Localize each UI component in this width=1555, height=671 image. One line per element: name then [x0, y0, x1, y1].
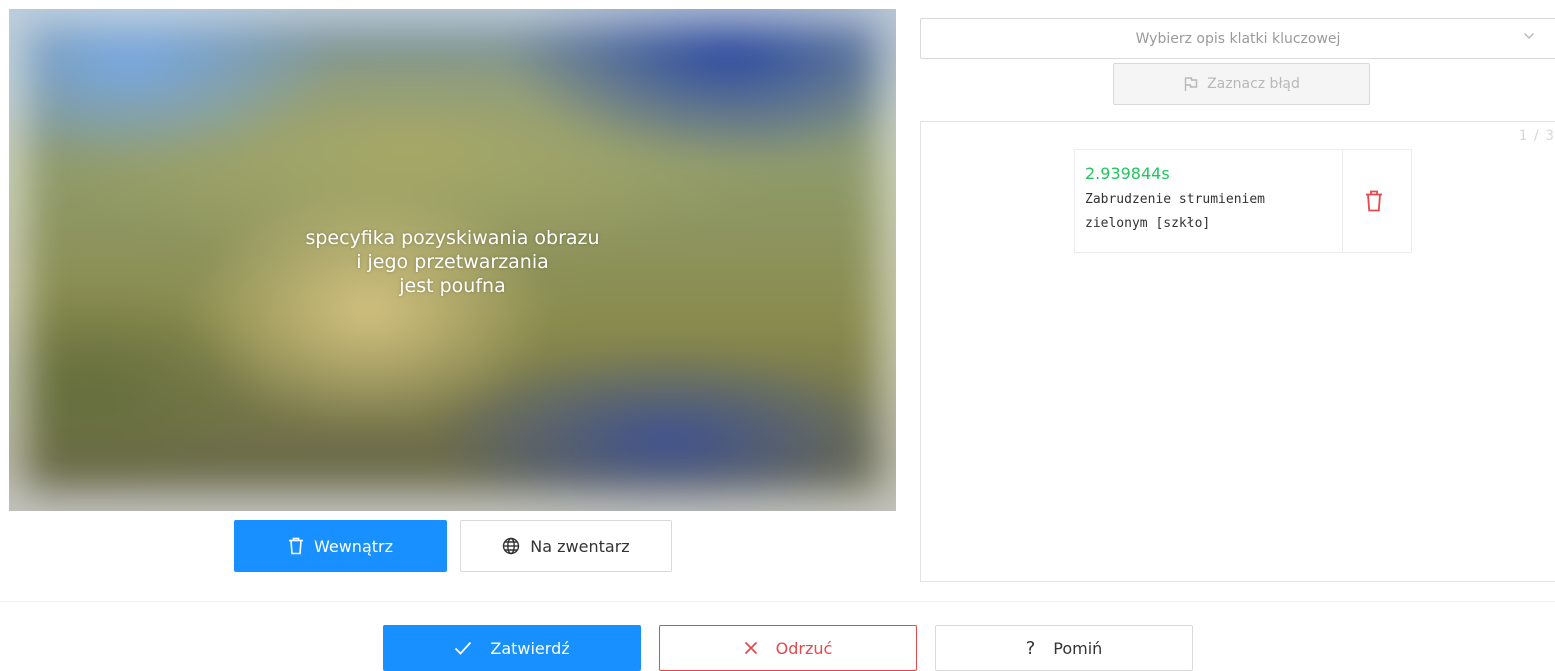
check-icon — [454, 641, 472, 655]
confidential-caption: specyfika pozyskiwania obrazu i jego prz… — [9, 226, 896, 298]
caption-line-3: jest poufna — [399, 275, 506, 297]
annotation-card[interactable]: 2.939844s Zabrudzenie strumieniem zielon… — [1074, 149, 1412, 253]
annotation-description: Zabrudzenie strumieniem zielonym [szkło] — [1085, 192, 1266, 231]
flag-error-label: Zaznacz błąd — [1207, 76, 1300, 92]
annotation-time: 2.939844s — [1085, 164, 1170, 183]
page-counter: 1 / 3 — [1518, 128, 1555, 144]
trash-icon — [1365, 190, 1383, 217]
skip-button-label: Pomiń — [1053, 638, 1103, 658]
question-icon: ? — [1025, 637, 1036, 659]
trash-icon — [288, 537, 304, 555]
annotation-list-panel: 1 / 3 2.939844s Zabrudzenie strumieniem … — [920, 121, 1555, 582]
flag-error-button[interactable]: Zaznacz błąd — [1113, 63, 1370, 105]
chevron-down-icon — [1523, 30, 1535, 46]
flag-icon — [1183, 76, 1199, 92]
inside-button-label: Wewnątrz — [313, 536, 393, 556]
globe-icon — [502, 537, 520, 555]
confirm-button-label: Zatwierdź — [490, 638, 570, 658]
keyframe-description-select[interactable]: Wybierz opis klatki kluczowej — [920, 18, 1555, 59]
footer-divider — [0, 601, 1555, 602]
inside-button[interactable]: Wewnątrz — [234, 520, 447, 572]
image-preview: specyfika pozyskiwania obrazu i jego prz… — [9, 9, 896, 511]
select-placeholder: Wybierz opis klatki kluczowej — [1135, 30, 1341, 47]
outside-button-label: Na zwentarz — [530, 536, 630, 556]
reject-button-label: Odrzuć — [775, 638, 833, 658]
reject-button[interactable]: Odrzuć — [659, 625, 917, 671]
annotation-card-body: 2.939844s Zabrudzenie strumieniem zielon… — [1075, 150, 1343, 252]
caption-line-1: specyfika pozyskiwania obrazu — [305, 227, 600, 249]
close-icon — [744, 641, 758, 655]
confirm-button[interactable]: Zatwierdź — [383, 625, 641, 671]
delete-annotation-button[interactable] — [1363, 190, 1385, 216]
caption-line-2: i jego przetwarzania — [356, 251, 549, 273]
outside-button[interactable]: Na zwentarz — [460, 520, 672, 572]
skip-button[interactable]: ? Pomiń — [935, 625, 1193, 671]
